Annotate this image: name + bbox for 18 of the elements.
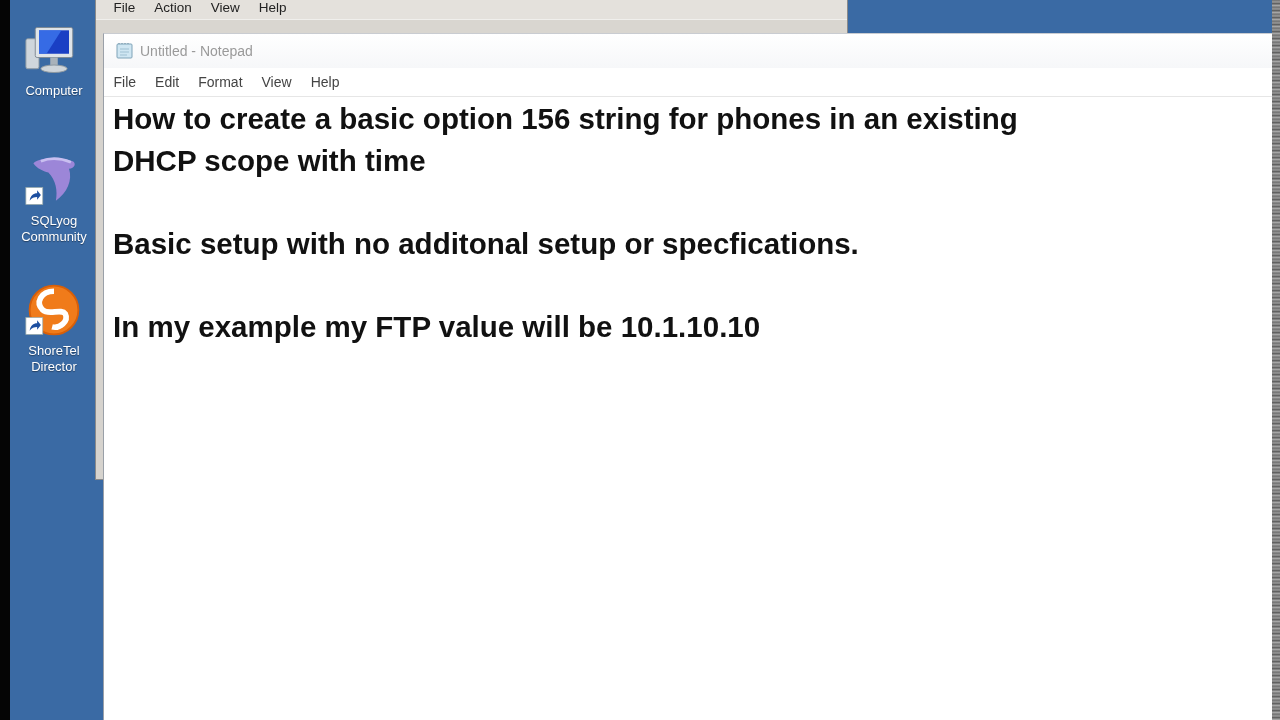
desktop-icon-label[interactable]: ShoreTel Director — [19, 343, 89, 375]
text-line: Basic setup with no additonal setup or specfications. — [113, 226, 859, 263]
notepad-icon — [116, 43, 133, 59]
window-title: Untitled - Notepad — [140, 43, 253, 59]
menu-item[interactable]: View — [252, 74, 302, 90]
menu-item[interactable]: Help — [301, 74, 349, 90]
text-line: How to create a basic option 156 string for phones in an existing — [113, 101, 1018, 137]
text-line: DHCP scope with time — [113, 142, 426, 179]
desktop-icon-label[interactable]: Computer — [19, 83, 89, 99]
menu-item[interactable]: Edit — [145, 74, 189, 90]
menu-item[interactable]: File — [104, 0, 145, 19]
menu-item[interactable]: View — [201, 0, 250, 19]
menu-item[interactable]: Format — [188, 74, 253, 90]
menu-item[interactable]: Action — [144, 0, 202, 19]
menu-item[interactable]: File — [104, 74, 146, 90]
menu-item[interactable]: Help — [249, 0, 297, 19]
desktop-icon-label[interactable]: SQLyog Community — [19, 213, 89, 245]
text-line: In my example my FTP value will be 10.1.10.10 — [113, 309, 761, 346]
